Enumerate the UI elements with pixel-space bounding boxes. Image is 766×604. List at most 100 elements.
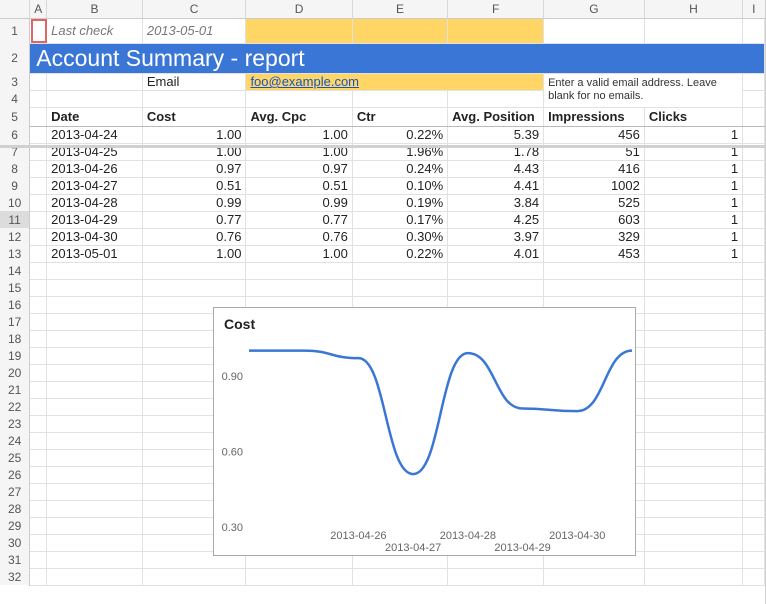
- row-header[interactable]: 21: [0, 381, 30, 398]
- cell-ctr[interactable]: 0.10%: [352, 177, 447, 194]
- select-all-corner[interactable]: [0, 0, 30, 18]
- cell-cost[interactable]: 1.00: [142, 126, 246, 143]
- cell-F1[interactable]: [448, 18, 544, 43]
- hdr-cpc[interactable]: Avg. Cpc: [246, 107, 352, 126]
- cell-C3-email-label[interactable]: Email: [142, 73, 246, 90]
- row-header[interactable]: 27: [0, 483, 30, 500]
- row-header-3[interactable]: 3: [0, 73, 30, 90]
- cell-cpc[interactable]: 1.00: [246, 126, 352, 143]
- table-row[interactable]: 14: [0, 262, 765, 279]
- table-row[interactable]: 132013-05-011.001.000.22%4.014531: [0, 245, 765, 262]
- table-row[interactable]: 82013-04-260.970.970.24%4.434161: [0, 160, 765, 177]
- table-row[interactable]: 102013-04-280.990.990.19%3.845251: [0, 194, 765, 211]
- row-header-4[interactable]: 4: [0, 90, 30, 107]
- cell-imp[interactable]: 603: [544, 211, 645, 228]
- row-5-table-headers[interactable]: 5 Date Cost Avg. Cpc Ctr Avg. Position I…: [0, 107, 765, 126]
- cell-G1[interactable]: [544, 18, 645, 43]
- row-header[interactable]: 18: [0, 330, 30, 347]
- cell-clicks[interactable]: 1: [644, 177, 742, 194]
- table-row[interactable]: 32: [0, 568, 765, 585]
- row-header-1[interactable]: 1: [0, 18, 30, 43]
- hdr-cost[interactable]: Cost: [142, 107, 246, 126]
- cell-pos[interactable]: 3.84: [448, 194, 544, 211]
- cell-clicks[interactable]: 1: [644, 228, 742, 245]
- row-header[interactable]: 17: [0, 313, 30, 330]
- row-header-2[interactable]: 2: [0, 43, 30, 73]
- cell-clicks[interactable]: 1: [644, 194, 742, 211]
- hdr-imp[interactable]: Impressions: [544, 107, 645, 126]
- cell-pos[interactable]: 3.97: [448, 228, 544, 245]
- row-header[interactable]: 13: [0, 245, 30, 262]
- table-row[interactable]: 122013-04-300.760.760.30%3.973291: [0, 228, 765, 245]
- hdr-date[interactable]: Date: [47, 107, 143, 126]
- row-header[interactable]: 28: [0, 500, 30, 517]
- row-header[interactable]: 30: [0, 534, 30, 551]
- row-header[interactable]: 26: [0, 466, 30, 483]
- cell-cost[interactable]: 0.97: [142, 160, 246, 177]
- row-header[interactable]: 19: [0, 347, 30, 364]
- cell-clicks[interactable]: 1: [644, 245, 742, 262]
- cell-email-link[interactable]: foo@example.com: [246, 73, 544, 90]
- cell-cpc[interactable]: 0.99: [246, 194, 352, 211]
- col-I[interactable]: I: [743, 0, 765, 18]
- col-F[interactable]: F: [448, 0, 544, 18]
- cell-ctr[interactable]: 0.24%: [352, 160, 447, 177]
- cell-ctr[interactable]: 0.30%: [352, 228, 447, 245]
- cell-C1-last-check-date[interactable]: 2013-05-01: [142, 18, 246, 43]
- row-header[interactable]: 6: [0, 126, 30, 143]
- cell-imp[interactable]: 416: [544, 160, 645, 177]
- cell-imp[interactable]: 453: [544, 245, 645, 262]
- cell-pos[interactable]: 4.01: [448, 245, 544, 262]
- cell-ctr[interactable]: 0.22%: [352, 245, 447, 262]
- cell-imp[interactable]: 525: [544, 194, 645, 211]
- cell-cost[interactable]: 0.76: [142, 228, 246, 245]
- col-H[interactable]: H: [644, 0, 742, 18]
- cell-B3[interactable]: [47, 73, 143, 90]
- cell-D1[interactable]: [246, 18, 352, 43]
- row-header[interactable]: 25: [0, 449, 30, 466]
- cell-date[interactable]: 2013-04-29: [47, 211, 143, 228]
- cell-ctr[interactable]: 0.22%: [352, 126, 447, 143]
- row-2[interactable]: 2 Account Summary - report: [0, 43, 765, 73]
- cell-cpc[interactable]: 0.76: [246, 228, 352, 245]
- report-title[interactable]: Account Summary - report: [30, 43, 765, 73]
- cell-E1[interactable]: [352, 18, 447, 43]
- table-row[interactable]: 112013-04-290.770.770.17%4.256031: [0, 211, 765, 228]
- cell-B1-last-check-label[interactable]: Last check: [47, 18, 143, 43]
- col-G[interactable]: G: [544, 0, 645, 18]
- row-header[interactable]: 14: [0, 262, 30, 279]
- column-header-row[interactable]: A B C D E F G H I: [0, 0, 765, 18]
- cell-cpc[interactable]: 0.97: [246, 160, 352, 177]
- cell-H1[interactable]: [644, 18, 742, 43]
- row-header[interactable]: 31: [0, 551, 30, 568]
- table-row[interactable]: 15: [0, 279, 765, 296]
- hdr-pos[interactable]: Avg. Position: [448, 107, 544, 126]
- cell-cpc[interactable]: 0.77: [246, 211, 352, 228]
- cell-imp[interactable]: 1002: [544, 177, 645, 194]
- cell-cost[interactable]: 0.51: [142, 177, 246, 194]
- cell-A3[interactable]: [30, 73, 47, 90]
- table-row[interactable]: 62013-04-241.001.000.22%5.394561: [0, 126, 765, 143]
- cell-ctr[interactable]: 0.17%: [352, 211, 447, 228]
- row-header[interactable]: 22: [0, 398, 30, 415]
- row-header[interactable]: 11: [0, 211, 30, 228]
- cell-imp[interactable]: 329: [544, 228, 645, 245]
- cell-pos[interactable]: 4.25: [448, 211, 544, 228]
- cell-clicks[interactable]: 1: [644, 126, 742, 143]
- hdr-clicks[interactable]: Clicks: [644, 107, 742, 126]
- row-1[interactable]: 1 Last check 2013-05-01: [0, 18, 765, 43]
- cell-clicks[interactable]: 1: [644, 211, 742, 228]
- cell-date[interactable]: 2013-04-26: [47, 160, 143, 177]
- row-header-5[interactable]: 5: [0, 107, 30, 126]
- table-row[interactable]: 92013-04-270.510.510.10%4.4110021: [0, 177, 765, 194]
- row-header[interactable]: 10: [0, 194, 30, 211]
- cell-imp[interactable]: 456: [544, 126, 645, 143]
- cost-chart[interactable]: Cost 0.300.600.902013-04-262013-04-27201…: [213, 307, 636, 556]
- cell-pos[interactable]: 5.39: [448, 126, 544, 143]
- row-header[interactable]: 23: [0, 415, 30, 432]
- cell-clicks[interactable]: 1: [644, 160, 742, 177]
- cell-cost[interactable]: 1.00: [142, 245, 246, 262]
- row-3[interactable]: 3 Email foo@example.com Enter a valid em…: [0, 73, 765, 90]
- row-header[interactable]: 16: [0, 296, 30, 313]
- row-header[interactable]: 9: [0, 177, 30, 194]
